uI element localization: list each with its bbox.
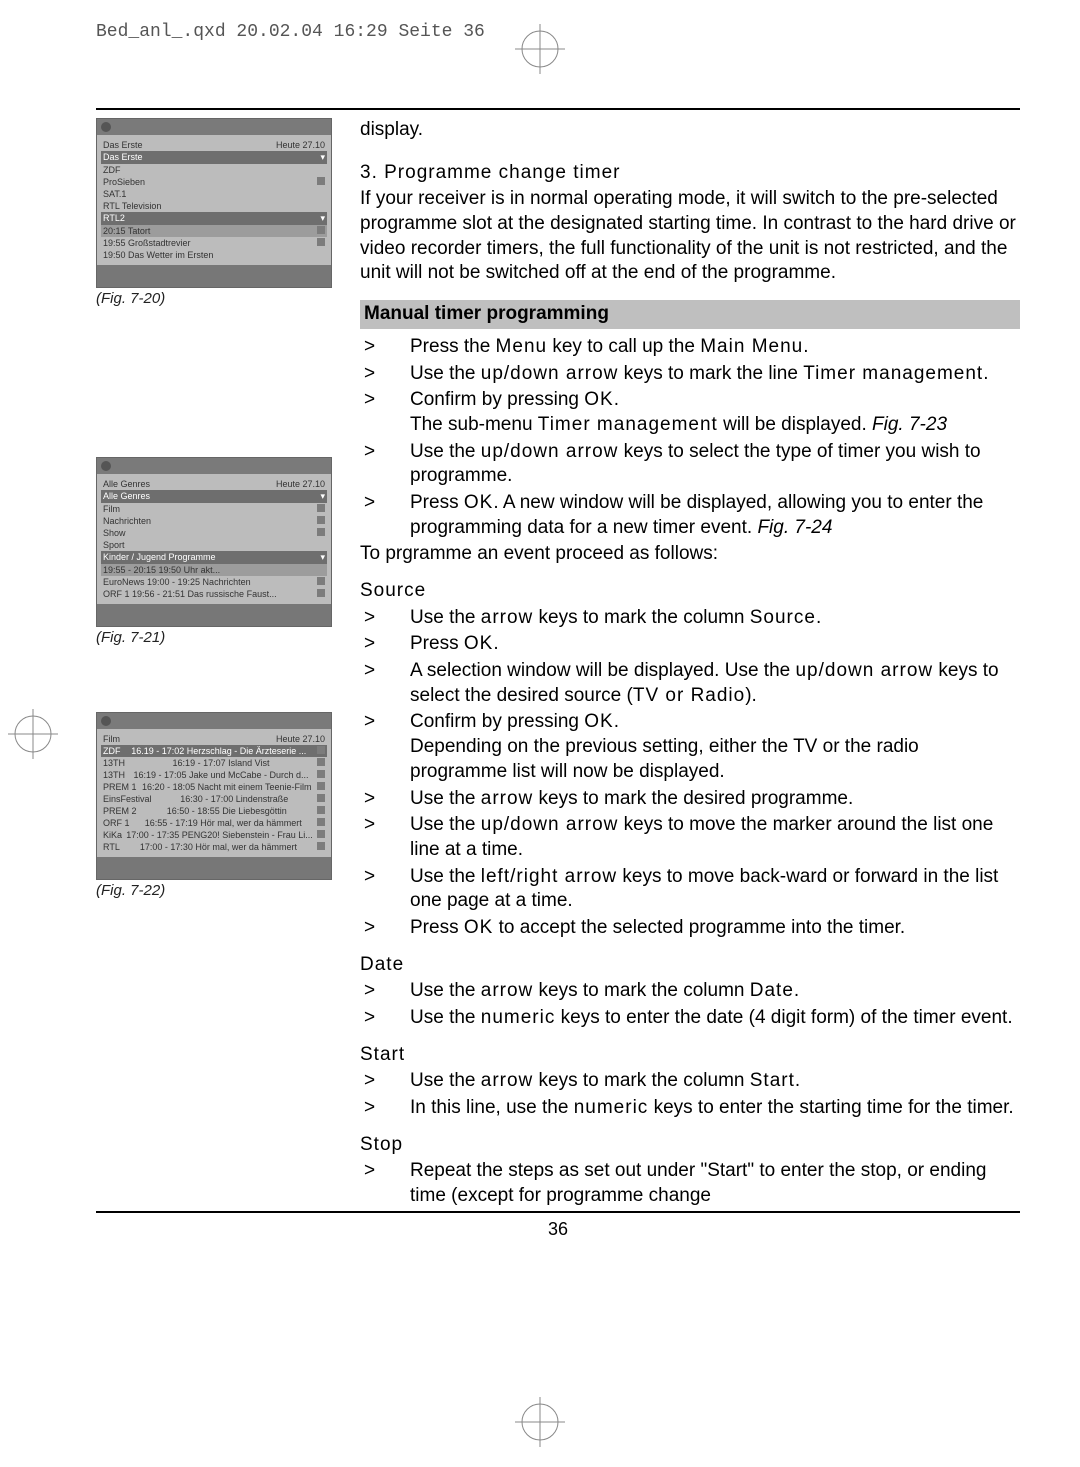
stop-steps: >Repeat the steps as set out under "Star… bbox=[360, 1159, 1020, 1208]
step-item: >Use the up/down arrow keys to select th… bbox=[360, 440, 1020, 489]
bottom-rule bbox=[96, 1211, 1020, 1213]
start-steps: >Use the arrow keys to mark the column S… bbox=[360, 1069, 1020, 1120]
crop-mark-bottom bbox=[515, 1397, 565, 1447]
step-item: >Confirm by pressing OK.The sub-menu Tim… bbox=[360, 388, 1020, 437]
intro-continuation: display. bbox=[360, 118, 1020, 143]
step-item: >A selection window will be displayed. U… bbox=[360, 659, 1020, 708]
screenshot-fig-7-22: FilmHeute 27.10 ZDF16.19 - 17:02 Herzsch… bbox=[96, 712, 332, 880]
step-item: >Use the arrow keys to mark the column D… bbox=[360, 979, 1020, 1004]
to-programme-line: To prgramme an event proceed as follows: bbox=[360, 542, 1020, 567]
fig-caption-7-21: (Fig. 7-21) bbox=[96, 629, 346, 646]
screenshot-fig-7-20: Das ErsteHeute 27.10 Das Erste▾ ZDF ProS… bbox=[96, 118, 332, 288]
steps-top: >Press the Menu key to call up the Main … bbox=[360, 335, 1020, 541]
step-item: >Confirm by pressing OK.Depending on the… bbox=[360, 710, 1020, 784]
page-number: 36 bbox=[96, 1219, 1020, 1240]
fig-caption-7-22: (Fig. 7-22) bbox=[96, 882, 346, 899]
step-item: >Press OK. bbox=[360, 632, 1020, 657]
step-item: >Use the up/down arrow keys to mark the … bbox=[360, 362, 1020, 387]
source-label: Source bbox=[360, 579, 1020, 604]
stop-label: Stop bbox=[360, 1133, 1020, 1158]
source-steps: >Use the arrow keys to mark the column S… bbox=[360, 606, 1020, 941]
step-item: >Use the left/right arrow keys to move b… bbox=[360, 865, 1020, 914]
crop-mark-top bbox=[515, 24, 565, 74]
screenshot-fig-7-21: Alle GenresHeute 27.10 Alle Genres▾ Film… bbox=[96, 457, 332, 627]
step-item: >Repeat the steps as set out under "Star… bbox=[360, 1159, 1020, 1208]
step-item: >Use the arrow keys to mark the column S… bbox=[360, 606, 1020, 631]
step-item: >Press OK to accept the selected program… bbox=[360, 916, 1020, 941]
fig-caption-7-20: (Fig. 7-20) bbox=[96, 290, 346, 307]
start-label: Start bbox=[360, 1043, 1020, 1068]
step-item: >Use the arrow keys to mark the column S… bbox=[360, 1069, 1020, 1094]
date-steps: >Use the arrow keys to mark the column D… bbox=[360, 979, 1020, 1030]
step-item: >Press the Menu key to call up the Main … bbox=[360, 335, 1020, 360]
step-item: >Use the numeric keys to enter the date … bbox=[360, 1006, 1020, 1031]
manual-timer-heading: Manual timer programming bbox=[360, 300, 1020, 329]
step-item: >Use the up/down arrow keys to move the … bbox=[360, 813, 1020, 862]
step-item: >Use the arrow keys to mark the desired … bbox=[360, 787, 1020, 812]
step-item: >In this line, use the numeric keys to e… bbox=[360, 1096, 1020, 1121]
crop-mark-left bbox=[8, 709, 58, 759]
top-rule bbox=[96, 108, 1020, 110]
step-item: >Press OK. A new window will be displaye… bbox=[360, 491, 1020, 540]
section-3-paragraph: If your receiver is in normal operating … bbox=[360, 187, 1020, 286]
date-label: Date bbox=[360, 953, 1020, 978]
section-3-title: 3. Programme change timer bbox=[360, 161, 1020, 186]
